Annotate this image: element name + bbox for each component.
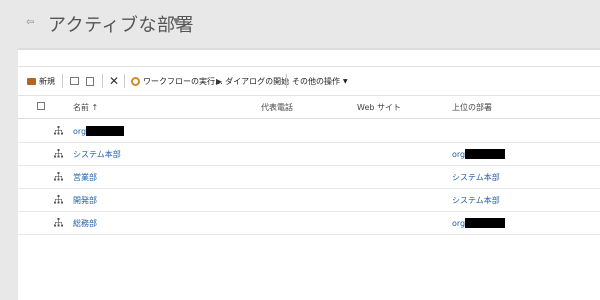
business-unit-icon [54,172,63,181]
business-unit-icon [54,126,63,135]
new-button[interactable]: 新規 [27,67,55,95]
table-row[interactable]: 総務部 org [18,211,600,235]
row-parent-link[interactable]: システム本部 [452,172,500,183]
table-row[interactable]: システム本部 org [18,142,600,166]
run-workflow-button[interactable]: ワークフローの実行... [131,67,223,95]
select-all-checkbox[interactable] [37,102,45,110]
column-header-name[interactable]: 名前 ↑ [73,102,98,113]
toolbar-separator [62,74,63,88]
business-unit-icon [54,218,63,227]
toolbar-separator [102,74,103,88]
redaction-bar [465,218,506,228]
row-name-link[interactable]: 開発部 [73,195,97,206]
column-header-website[interactable]: Web サイト [357,102,401,113]
row-parent-link[interactable]: org [452,218,506,228]
view-selector-chevron-icon[interactable]: ▼ [173,17,180,27]
command-bar: 新規 ✕ ワークフローの実行... ▶ ダイアログの開始 その他の操作 ▼ [18,66,600,96]
business-unit-icon [54,195,63,204]
chevron-down-icon: ▼ [343,77,348,85]
workflow-icon [131,76,140,86]
row-name-link[interactable]: 総務部 [73,218,97,229]
toolbar-separator [286,74,287,88]
toolbar-separator [124,74,125,88]
run-workflow-label: ワークフローの実行... [143,76,223,86]
grid-header: 名前 ↑ 代表電話 Web サイト 上位の部署 [18,96,600,119]
table-row[interactable]: org [18,119,600,143]
redaction-bar [465,149,506,159]
row-name-link[interactable]: システム本部 [73,149,121,160]
print-icon [70,77,79,85]
more-actions-button[interactable]: その他の操作 ▼ [292,67,348,95]
start-dialog-label: ダイアログの開始 [225,76,290,86]
main-panel: 新規 ✕ ワークフローの実行... ▶ ダイアログの開始 その他の操作 ▼ 名前… [18,50,600,300]
delete-button[interactable]: ✕ [109,67,122,95]
redaction-bar [86,126,125,136]
new-record-icon [27,77,36,85]
row-name-link[interactable]: org [73,126,125,136]
table-row[interactable]: 営業部 システム本部 [18,165,600,189]
page-header: ⇦ アクティブな部署 ▼ [0,0,600,48]
new-button-label: 新規 [39,76,55,86]
delete-icon: ✕ [109,74,120,88]
columns-button[interactable] [86,67,97,95]
more-actions-label: その他の操作 [292,76,340,86]
row-name-link[interactable]: 営業部 [73,172,97,183]
row-parent-link[interactable]: org [452,149,506,159]
pin-icon[interactable]: ⇦ [26,17,34,28]
column-header-phone[interactable]: 代表電話 [261,102,293,113]
table-row[interactable]: 開発部 システム本部 [18,188,600,212]
start-dialog-button[interactable]: ▶ ダイアログの開始 [216,67,289,95]
business-unit-icon [54,149,63,158]
print-button[interactable] [70,67,82,95]
column-header-parent[interactable]: 上位の部署 [452,102,492,113]
columns-icon [86,76,94,86]
dialog-play-icon: ▶ [216,76,223,86]
row-parent-link[interactable]: システム本部 [452,195,500,206]
